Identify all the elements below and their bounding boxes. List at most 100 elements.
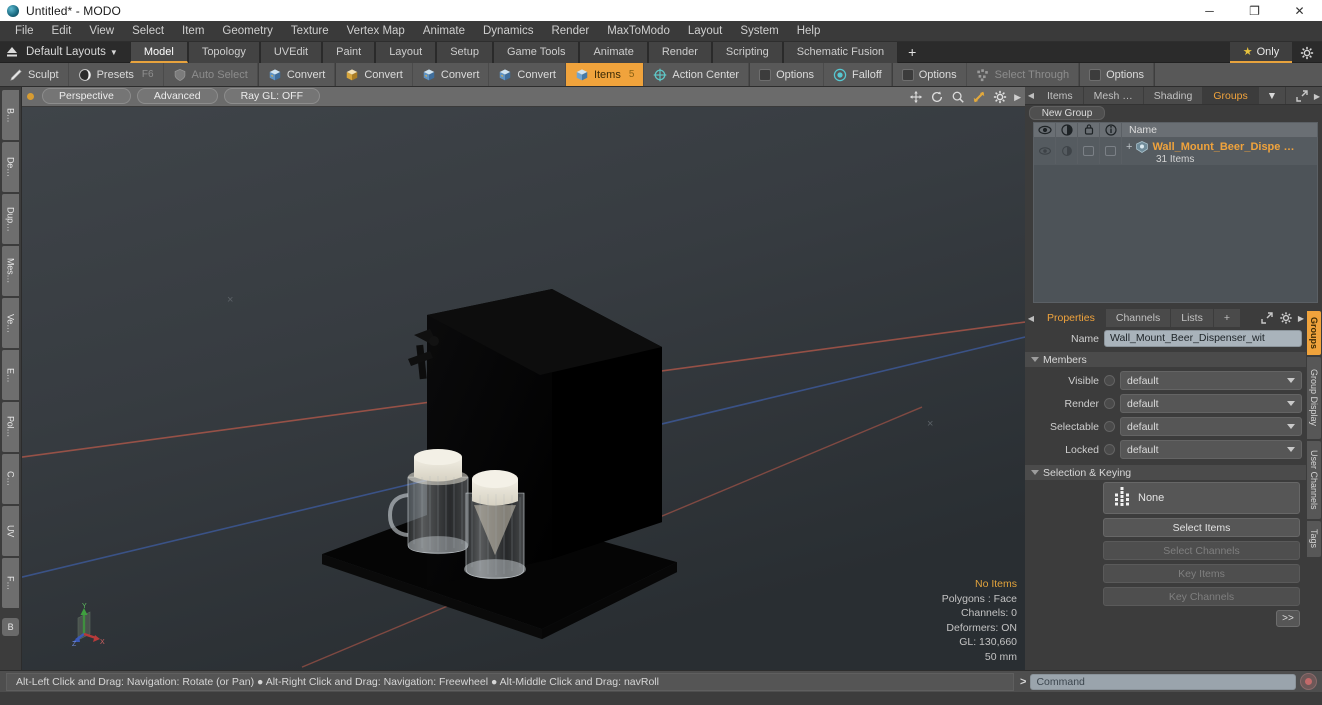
chevron-left-icon[interactable]: ◀ <box>1025 87 1037 104</box>
properties-tab--[interactable]: + <box>1213 309 1241 327</box>
checkbox-icon[interactable] <box>759 68 772 81</box>
toolbar-button-items-7[interactable]: Items 5 <box>565 63 645 86</box>
menu-item-system[interactable]: System <box>731 21 787 42</box>
add-layout-tab-button[interactable]: + <box>898 42 926 63</box>
left-tab-1[interactable]: De… <box>2 142 19 192</box>
layout-tab-scripting[interactable]: Scripting <box>711 41 783 63</box>
panel-tab-groups[interactable]: Groups <box>1203 87 1259 104</box>
toolbar-button-convert-6[interactable]: Convert <box>489 63 566 86</box>
render-icon[interactable] <box>1056 122 1078 138</box>
move-icon[interactable] <box>909 90 923 104</box>
menu-item-edit[interactable]: Edit <box>43 21 81 42</box>
record-icon[interactable] <box>1300 673 1317 690</box>
shading-dropdown[interactable]: Advanced <box>136 88 218 105</box>
info-icon[interactable] <box>1100 122 1122 138</box>
expand-icon[interactable] <box>1295 89 1309 103</box>
menu-item-item[interactable]: Item <box>173 21 213 42</box>
layout-tab-schematic-fusion[interactable]: Schematic Fusion <box>782 41 899 63</box>
group-list-empty-area[interactable] <box>1034 165 1317 302</box>
name-input[interactable]: Wall_Mount_Beer_Dispenser_wit <box>1104 330 1302 347</box>
toolbar-button-sculpt-0[interactable]: Sculpt <box>0 63 69 86</box>
left-tab-8[interactable]: UV <box>2 506 19 556</box>
member-select-visible[interactable]: default <box>1120 371 1302 390</box>
chevron-right-icon[interactable]: ▶ <box>1014 92 1021 103</box>
row-info-toggle[interactable] <box>1100 138 1122 164</box>
toolbar-button-options-13[interactable]: Options <box>1080 63 1154 86</box>
toolbar-button-auto-select-2[interactable]: Auto Select <box>163 63 258 86</box>
left-tab-3[interactable]: Mes… <box>2 246 19 296</box>
side-tab-tags[interactable]: Tags <box>1307 521 1321 557</box>
toolbar-button-action-center-8[interactable]: Action Center <box>644 63 750 86</box>
layout-tab-render[interactable]: Render <box>647 41 712 63</box>
menu-item-view[interactable]: View <box>80 21 123 42</box>
menu-item-render[interactable]: Render <box>542 21 598 42</box>
layout-tab-layout[interactable]: Layout <box>375 41 437 63</box>
expand-icon[interactable] <box>1260 311 1274 325</box>
zoom-icon[interactable] <box>951 90 965 104</box>
member-override-toggle[interactable] <box>1104 421 1115 432</box>
raygl-toggle[interactable]: Ray GL: OFF <box>223 88 320 105</box>
left-tab-6[interactable]: Pol… <box>2 402 19 452</box>
layout-tab-game-tools[interactable]: Game Tools <box>492 41 580 63</box>
toolbar-button-options-9[interactable]: Options <box>750 63 824 86</box>
rotate-icon[interactable] <box>930 90 944 104</box>
panel-tab-shading[interactable]: Shading <box>1143 87 1204 104</box>
lock-icon[interactable] <box>1078 122 1100 138</box>
panel-tab-mesh-[interactable]: Mesh … <box>1083 87 1144 104</box>
left-tab-0[interactable]: B… <box>2 90 19 140</box>
row-eye-toggle[interactable] <box>1034 138 1056 164</box>
chevron-left-icon[interactable]: ◀ <box>1025 309 1037 327</box>
layout-tab-animate[interactable]: Animate <box>579 41 648 63</box>
command-input[interactable]: Command <box>1030 673 1296 690</box>
group-item[interactable]: + Wall_Mount_Beer_Dispe … 31 Items <box>1122 138 1317 165</box>
chevron-right-icon[interactable]: ▶ <box>1314 92 1320 101</box>
side-tab-groups[interactable]: Groups <box>1307 311 1321 355</box>
close-button[interactable]: ✕ <box>1277 0 1322 21</box>
toolbar-button-convert-4[interactable]: Convert <box>336 63 413 86</box>
menu-item-texture[interactable]: Texture <box>282 21 338 42</box>
item-list-more-dropdown[interactable]: ▼ <box>1258 87 1287 104</box>
left-tab-bottom[interactable]: B <box>2 618 19 636</box>
eye-icon[interactable] <box>1034 122 1056 138</box>
members-section-header[interactable]: Members <box>1025 352 1306 367</box>
gear-icon[interactable] <box>1296 42 1318 63</box>
left-tab-5[interactable]: E… <box>2 350 19 400</box>
left-tab-2[interactable]: Dup… <box>2 194 19 244</box>
toolbar-button-select-through-12[interactable]: Select Through <box>966 63 1080 86</box>
chevron-right-icon[interactable]: ▶ <box>1298 314 1304 323</box>
default-layouts-dropdown[interactable]: Default Layouts ▼ <box>24 46 126 58</box>
menu-item-geometry[interactable]: Geometry <box>213 21 282 42</box>
member-select-render[interactable]: default <box>1120 394 1302 413</box>
left-tab-7[interactable]: C… <box>2 454 19 504</box>
left-tab-9[interactable]: F… <box>2 558 19 608</box>
gear-icon[interactable] <box>993 90 1007 104</box>
maximize-button[interactable]: ❐ <box>1232 0 1277 21</box>
side-tab-group-display[interactable]: Group Display <box>1307 357 1321 439</box>
toolbar-button-falloff-10[interactable]: Falloff <box>823 63 892 86</box>
menu-item-help[interactable]: Help <box>788 21 830 42</box>
properties-tab-properties[interactable]: Properties <box>1037 309 1106 327</box>
menu-item-dynamics[interactable]: Dynamics <box>474 21 542 42</box>
side-tab-user-channels[interactable]: User Channels <box>1307 441 1321 519</box>
projection-dropdown[interactable]: Perspective <box>42 88 131 105</box>
fit-icon[interactable] <box>972 90 986 104</box>
selection-keying-section-header[interactable]: Selection & Keying <box>1025 465 1306 480</box>
member-override-toggle[interactable] <box>1104 375 1115 386</box>
layout-tab-setup[interactable]: Setup <box>436 41 493 63</box>
left-tab-4[interactable]: Ve… <box>2 298 19 348</box>
checkbox-icon[interactable] <box>1089 68 1102 81</box>
member-override-toggle[interactable] <box>1104 444 1115 455</box>
group-list[interactable]: Name + Wall_Mount_Beer_Dispe … 31 Items <box>1033 122 1318 303</box>
properties-tab-channels[interactable]: Channels <box>1105 309 1172 327</box>
toolbar-button-convert-3[interactable]: Convert <box>258 63 336 86</box>
menu-item-animate[interactable]: Animate <box>414 21 474 42</box>
eject-icon[interactable] <box>0 42 24 63</box>
toolbar-button-options-11[interactable]: Options <box>892 63 967 86</box>
menu-item-layout[interactable]: Layout <box>679 21 732 42</box>
menu-item-vertex-map[interactable]: Vertex Map <box>338 21 414 42</box>
member-select-selectable[interactable]: default <box>1120 417 1302 436</box>
menu-item-file[interactable]: File <box>6 21 43 42</box>
row-lock-toggle[interactable] <box>1078 138 1100 164</box>
group-list-row[interactable]: + Wall_Mount_Beer_Dispe … 31 Items <box>1034 138 1317 165</box>
member-override-toggle[interactable] <box>1104 398 1115 409</box>
